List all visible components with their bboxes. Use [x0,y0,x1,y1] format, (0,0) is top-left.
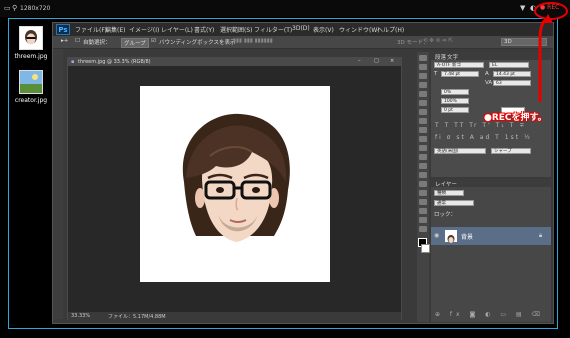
rec-highlight-circle [534,2,568,20]
annotation-arrow-line [538,17,548,102]
annotation-overlay [534,2,568,102]
annotation-callout: ●RECを押す。 [484,113,547,123]
